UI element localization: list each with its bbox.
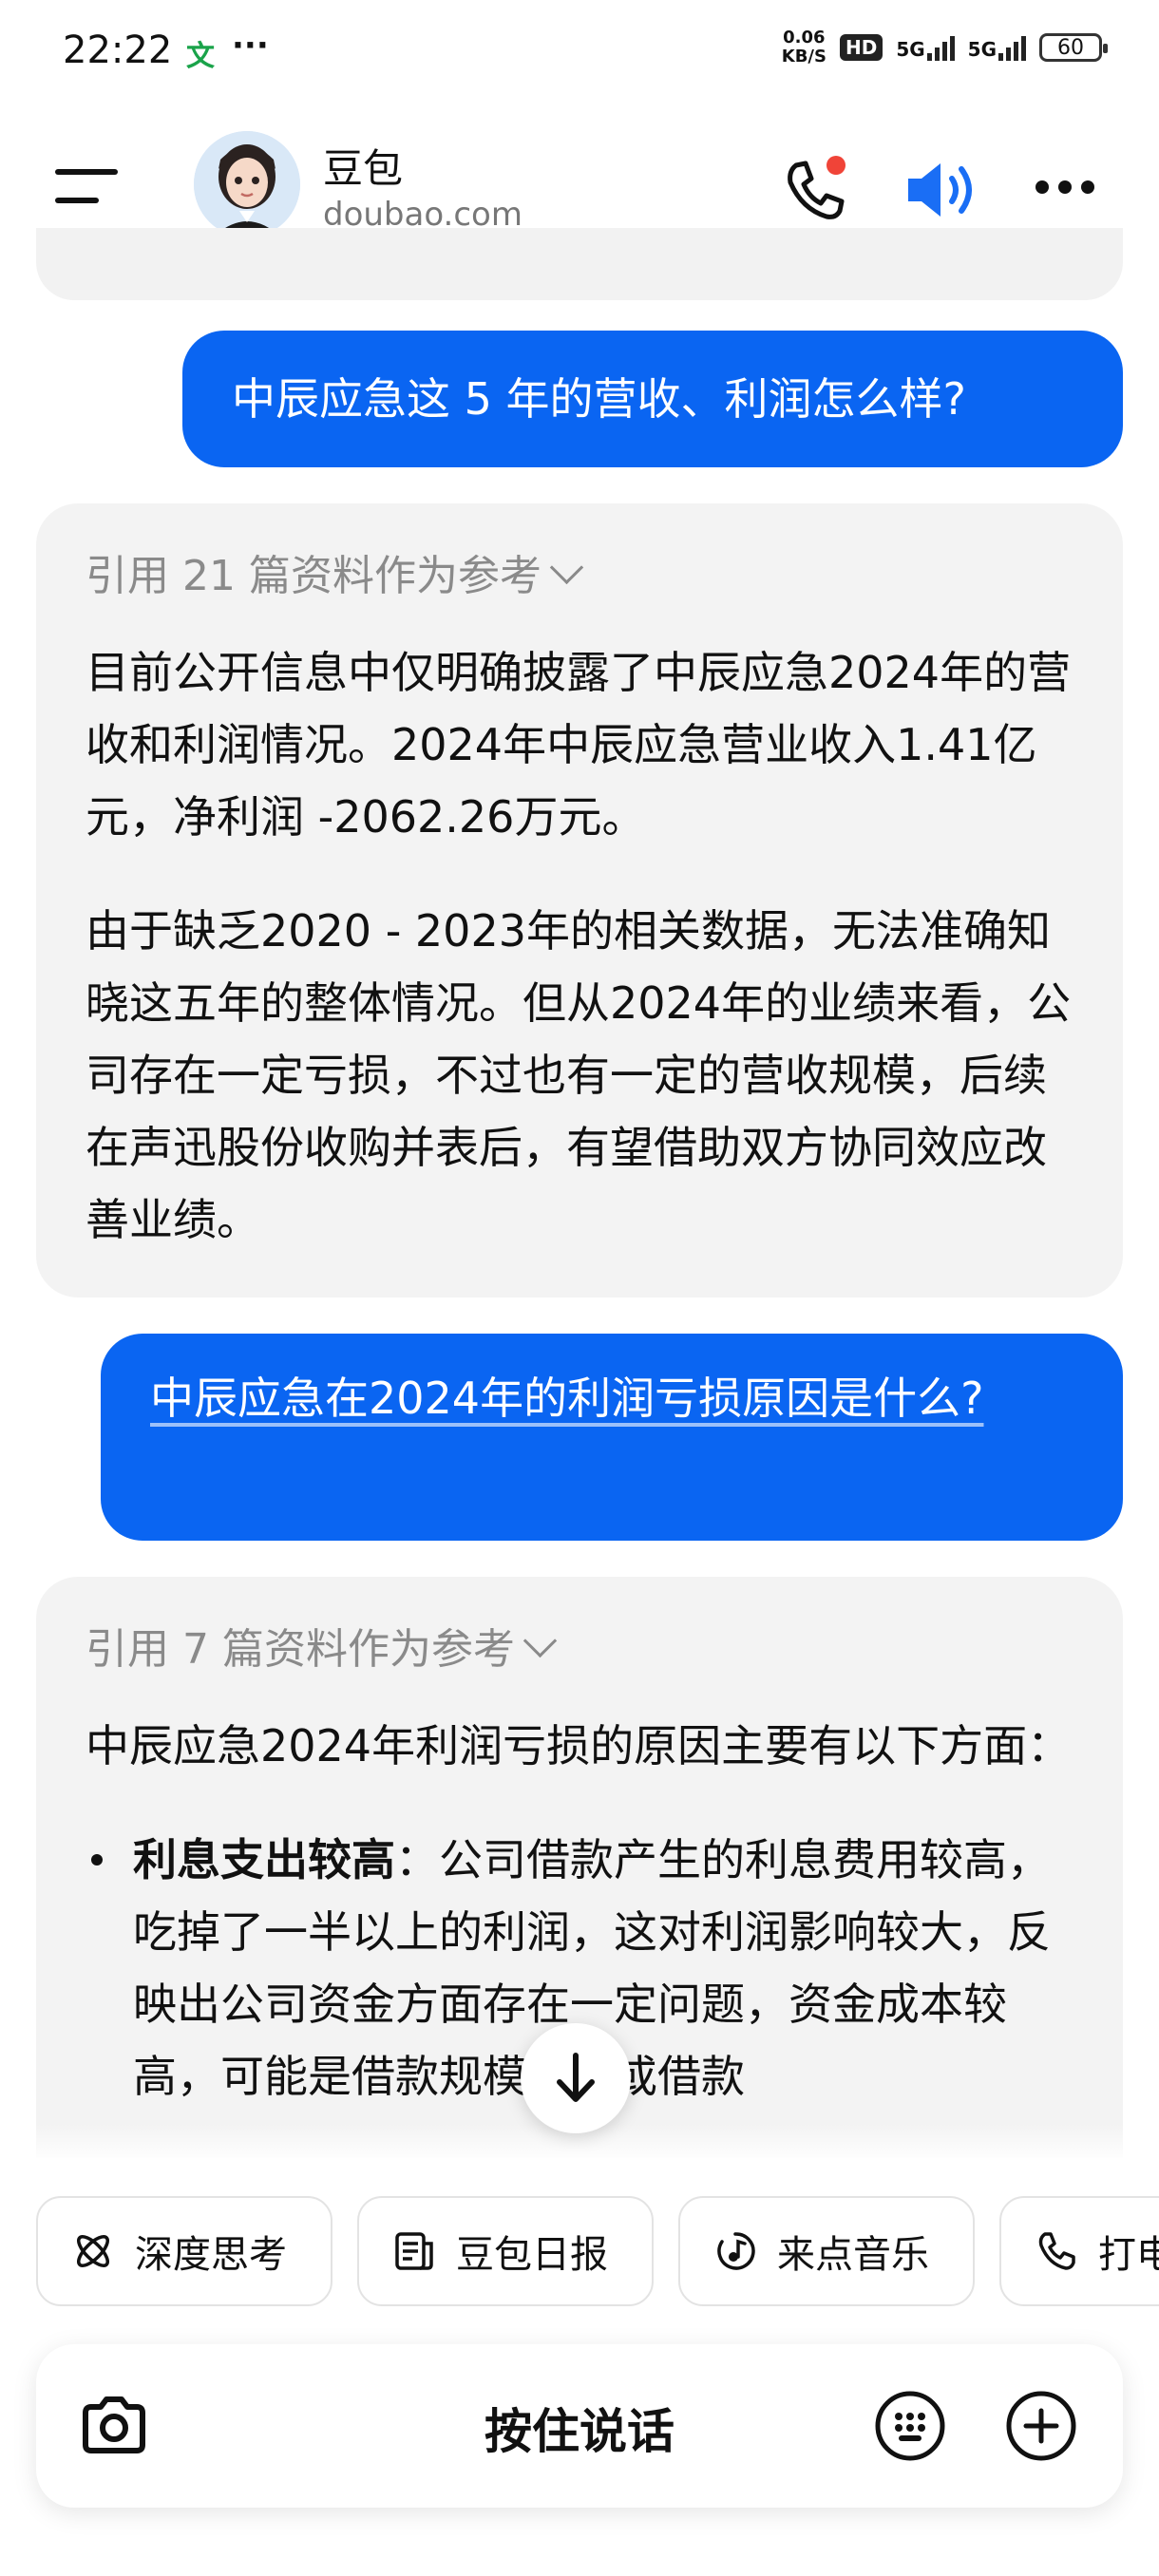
user-message-text: 中辰应急这 5 年的营收、利润怎么样? <box>232 373 966 425</box>
answer-paragraph: 目前公开信息中仅明确披露了中辰应急2024年的营收和利润情况。2024年中辰应急… <box>86 647 1072 843</box>
chip-label: 来点音乐 <box>777 2233 929 2277</box>
user-message[interactable]: 中辰应急这 5 年的营收、利润怎么样? <box>182 331 1123 467</box>
speaker-icon[interactable] <box>901 152 986 228</box>
answer-paragraph: 由于缺乏2020 - 2023年的相关数据，无法准确知晓这五年的整体情况。但从2… <box>86 905 1072 1245</box>
arrow-down-icon <box>557 2053 595 2102</box>
phone-icon <box>1038 2232 1075 2270</box>
assistant-message: 引用 21 篇资料作为参考 目前公开信息中仅明确披露了中辰应急2024年的营收和… <box>36 503 1123 1297</box>
chip-music[interactable]: 来点音乐 <box>678 2196 975 2306</box>
music-icon <box>717 2232 755 2270</box>
more-options-icon[interactable] <box>1036 180 1112 199</box>
news-icon <box>395 2232 433 2270</box>
status-time: 22:22 <box>63 28 173 72</box>
chip-phone[interactable]: 打电 <box>999 2196 1159 2306</box>
user-message-text: 中辰应急在2024年的利润亏损原因是什么? <box>150 1373 984 1424</box>
add-icon[interactable] <box>1003 2388 1079 2464</box>
chip-label: 豆包日报 <box>456 2233 608 2277</box>
chip-label: 深度思考 <box>135 2233 287 2277</box>
chevron-down-icon <box>522 1623 558 1657</box>
chat-title: 豆包 <box>323 145 404 192</box>
references-toggle[interactable]: 引用 21 篇资料作为参考 <box>86 541 1074 602</box>
avatar[interactable] <box>194 131 300 237</box>
battery-icon: 60 <box>1039 33 1108 62</box>
status-indicators: 0.06 KB/S HD 5G 5G 60 <box>781 28 1108 66</box>
chip-label: 打电 <box>1098 2233 1159 2277</box>
chip-deep-thinking[interactable]: 深度思考 <box>36 2196 332 2306</box>
signal-5g-icon-2: 5G <box>968 34 1026 61</box>
scroll-to-bottom-button[interactable] <box>521 2023 631 2133</box>
phone-call-icon[interactable] <box>777 152 853 228</box>
signal-5g-icon: 5G <box>896 34 955 61</box>
hd-call-icon: HD <box>839 34 884 61</box>
answer-paragraph: 中辰应急2024年利润亏损的原因主要有以下方面： <box>86 1720 1072 1771</box>
previous-message-bubble <box>36 228 1123 300</box>
more-notifications-indicator: ··· <box>232 27 269 65</box>
atom-icon <box>77 2235 109 2267</box>
network-speed: 0.06 KB/S <box>781 28 826 66</box>
quick-actions: 深度思考 豆包日报 来点音乐 打电 <box>36 2196 1159 2310</box>
bullet-heading: 利息支出较高 <box>133 1834 395 1885</box>
translate-notification-icon: 文 <box>186 40 215 73</box>
status-bar: 22:22 文 ··· 0.06 KB/S HD 5G 5G 60 <box>0 0 1159 104</box>
keyboard-icon[interactable] <box>872 2388 948 2464</box>
chip-daily-news[interactable]: 豆包日报 <box>357 2196 654 2306</box>
menu-icon[interactable] <box>55 169 118 207</box>
input-bar: 按住说话 <box>36 2344 1123 2508</box>
references-toggle[interactable]: 引用 7 篇资料作为参考 <box>86 1615 1074 1676</box>
user-message[interactable]: 中辰应急在2024年的利润亏损原因是什么? <box>101 1334 1123 1541</box>
chevron-down-icon <box>549 550 584 584</box>
hold-to-talk-button[interactable]: 按住说话 <box>36 2394 1123 2462</box>
